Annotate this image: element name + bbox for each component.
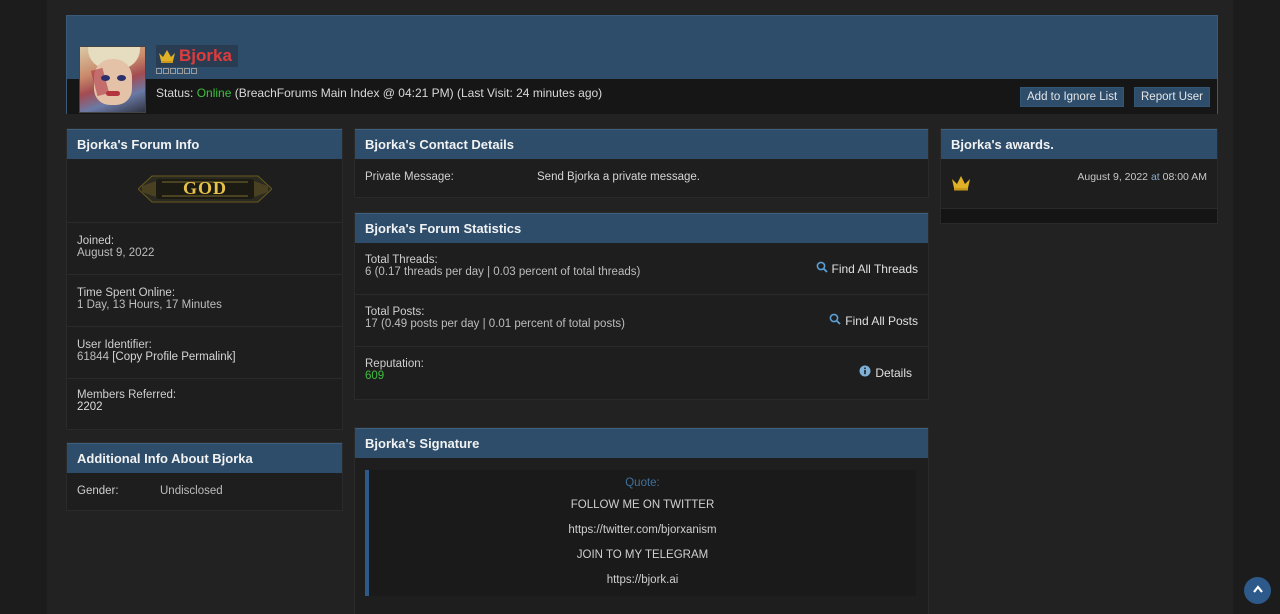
reputation-row: Reputation: 609 Details [355, 347, 928, 399]
avatar [79, 46, 146, 113]
joined-value: August 9, 2022 [77, 247, 155, 259]
joined-label: Joined: [77, 235, 115, 247]
find-all-posts-link[interactable]: Find All Posts [829, 313, 918, 328]
forum-statistics-title: Bjorka's Forum Statistics [355, 213, 928, 243]
crown-award-icon[interactable] [951, 175, 971, 194]
additional-info-title: Additional Info About Bjorka [67, 443, 342, 473]
find-all-threads-label: Find All Threads [831, 261, 919, 276]
crown-icon [158, 49, 176, 63]
total-threads-row: Total Threads: 6 (0.17 threads per day |… [355, 243, 928, 295]
reputation-value: 609 [365, 370, 385, 382]
awards-title: Bjorka's awards. [941, 129, 1217, 159]
status-line: Status: Online (BreachForums Main Index … [156, 86, 602, 100]
signature-line-2[interactable]: https://twitter.com/bjorxanism [369, 524, 916, 536]
status-online: Online [196, 86, 232, 100]
total-posts-row: Total Posts: 17 (0.49 posts per day | 0.… [355, 295, 928, 347]
additional-info-panel: Additional Info About Bjorka Gender: Und… [66, 442, 343, 511]
user-identifier-label: User Identifier: [77, 339, 152, 351]
members-referred-row: Members Referred: 2202 [67, 379, 342, 429]
rank-stars [156, 68, 197, 74]
star-icon [184, 68, 190, 74]
star-icon [163, 68, 169, 74]
quote-title: Quote: [625, 477, 660, 489]
reputation-details-link[interactable]: Details [859, 365, 912, 380]
search-icon [829, 313, 841, 328]
reputation-label: Reputation: [365, 358, 424, 370]
status-label: Status: [156, 86, 194, 100]
signature-line-4[interactable]: https://bjork.ai [369, 574, 916, 586]
user-identifier-row: User Identifier: 61844 [Copy Profile Per… [67, 327, 342, 379]
report-user-button[interactable]: Report User [1134, 87, 1210, 107]
signature-line-3: JOIN TO MY TELEGRAM [576, 549, 709, 561]
forum-statistics-panel: Bjorka's Forum Statistics Total Threads:… [354, 212, 929, 400]
username: Bjorka [179, 46, 232, 65]
star-icon [191, 68, 197, 74]
god-rank-badge: GOD [137, 172, 273, 206]
uid-number: 61844 [77, 351, 109, 363]
status-detail: (BreachForums Main Index @ 04:21 PM) (La… [234, 86, 603, 100]
time-online-value: 1 Day, 13 Hours, 17 Minutes [77, 299, 222, 311]
signature-quote: Quote: FOLLOW ME ON TWITTER https://twit… [365, 470, 916, 596]
time-online-row: Time Spent Online: 1 Day, 13 Hours, 17 M… [67, 275, 342, 327]
time-online-label: Time Spent Online: [77, 287, 176, 299]
user-identifier-value: 61844 [Copy Profile Permalink] [77, 351, 332, 363]
contact-details-title: Bjorka's Contact Details [355, 129, 928, 159]
award-time: 08:00 AM [1162, 171, 1207, 183]
award-at: at [1150, 171, 1160, 183]
award-date: August 9, 2022 at 08:00 AM [1077, 171, 1207, 183]
awards-footer [941, 209, 1217, 223]
chevron-up-icon [1252, 584, 1264, 597]
award-date-value: August 9, 2022 [1077, 171, 1149, 183]
copy-permalink-link[interactable]: [Copy Profile Permalink] [112, 351, 235, 363]
gender-row: Gender: Undisclosed [67, 473, 342, 511]
add-to-ignore-button[interactable]: Add to Ignore List [1020, 87, 1125, 107]
signature-title: Bjorka's Signature [355, 428, 928, 458]
private-message-label: Private Message: [365, 171, 454, 183]
gender-value: Undisclosed [160, 485, 223, 497]
private-message-row: Private Message: Send Bjorka a private m… [355, 159, 928, 197]
find-all-posts-label: Find All Posts [845, 313, 918, 328]
star-icon [170, 68, 176, 74]
details-label: Details [875, 365, 912, 380]
signature-line-1: FOLLOW ME ON TWITTER [570, 499, 715, 511]
members-referred-value: 2202 [77, 401, 103, 413]
members-referred-label: Members Referred: [77, 389, 177, 401]
find-all-threads-link[interactable]: Find All Threads [816, 261, 919, 276]
search-icon [816, 261, 828, 276]
contact-details-panel: Bjorka's Contact Details Private Message… [354, 128, 929, 198]
username-box: Bjorka [156, 45, 238, 67]
god-rank-label: GOD [182, 178, 227, 198]
star-icon [156, 68, 162, 74]
send-private-message-link[interactable]: Send Bjorka a private message. [537, 171, 700, 183]
joined-row: Joined: August 9, 2022 [67, 223, 342, 275]
awards-panel: Bjorka's awards. August 9, 2022 at 08:00… [940, 128, 1218, 224]
award-row: August 9, 2022 at 08:00 AM [941, 159, 1217, 209]
forum-info-title: Bjorka's Forum Info [67, 129, 342, 159]
gender-label: Gender: [77, 485, 119, 497]
info-icon [859, 365, 871, 380]
scroll-to-top-button[interactable] [1244, 577, 1271, 604]
star-icon [177, 68, 183, 74]
